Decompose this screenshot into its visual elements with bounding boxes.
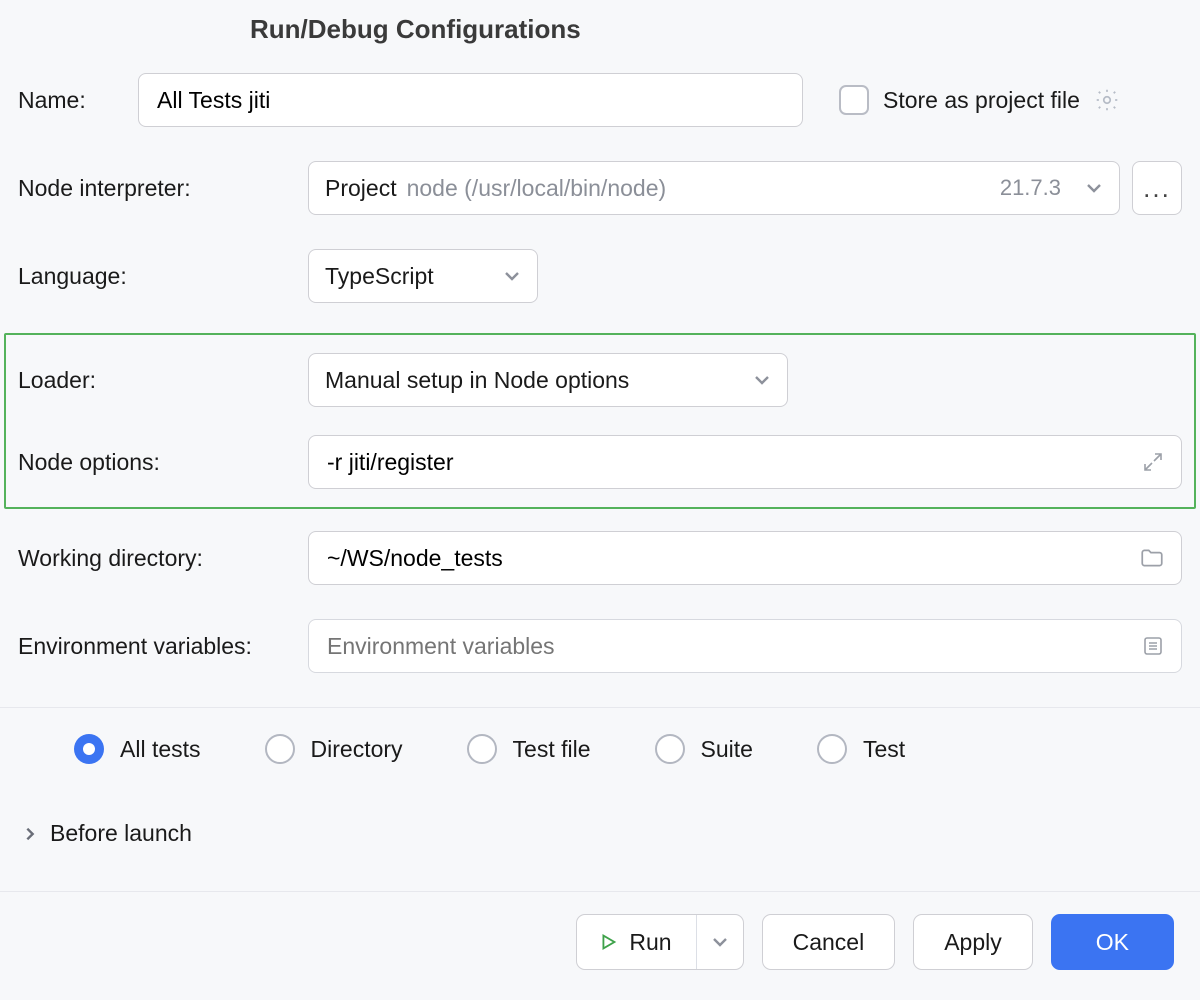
expand-icon[interactable] [1141, 450, 1165, 474]
folder-icon[interactable] [1139, 545, 1165, 571]
cancel-button[interactable]: Cancel [762, 914, 896, 970]
run-button-dropdown[interactable] [697, 915, 743, 969]
name-input-wrapper[interactable] [138, 73, 803, 127]
working-directory-input-wrapper[interactable] [308, 531, 1182, 585]
store-as-project-file-label: Store as project file [883, 87, 1080, 114]
name-input[interactable] [155, 86, 786, 115]
interpreter-prefix: Project [325, 175, 397, 202]
interpreter-browse-button[interactable]: ... [1132, 161, 1182, 215]
radio-button[interactable] [655, 734, 685, 764]
before-launch-section[interactable]: Before launch [18, 820, 1182, 847]
store-as-project-file-checkbox[interactable] [839, 85, 869, 115]
radio-label: Test [863, 736, 905, 763]
run-button[interactable]: Run [576, 914, 743, 970]
language-select[interactable]: TypeScript [308, 249, 538, 303]
ok-button[interactable]: OK [1051, 914, 1174, 970]
divider [0, 707, 1200, 708]
chevron-down-icon [753, 371, 771, 389]
highlighted-loader-section: Loader: Manual setup in Node options Nod… [4, 333, 1196, 509]
form-area: Name: Store as project file Node interpr… [0, 73, 1200, 891]
node-options-label: Node options: [18, 449, 308, 476]
chevron-down-icon [503, 267, 521, 285]
radio-label: Suite [701, 736, 753, 763]
radio-directory[interactable]: Directory [265, 734, 403, 764]
run-debug-config-dialog: Run/Debug Configurations Name: Store as … [0, 0, 1200, 1000]
radio-label: Test file [513, 736, 591, 763]
language-value: TypeScript [325, 263, 434, 290]
interpreter-path: node (/usr/local/bin/node) [407, 175, 667, 202]
working-directory-input[interactable] [325, 544, 1139, 573]
node-interpreter-select[interactable]: Project node (/usr/local/bin/node) 21.7.… [308, 161, 1120, 215]
radio-button[interactable] [74, 734, 104, 764]
loader-select[interactable]: Manual setup in Node options [308, 353, 788, 407]
working-directory-label: Working directory: [18, 545, 308, 572]
apply-button[interactable]: Apply [913, 914, 1033, 970]
gear-icon[interactable] [1094, 87, 1120, 113]
node-version: 21.7.3 [1000, 175, 1061, 201]
list-icon[interactable] [1141, 634, 1165, 658]
name-label: Name: [18, 87, 138, 114]
radio-button[interactable] [265, 734, 295, 764]
env-vars-label: Environment variables: [18, 633, 308, 660]
dialog-footer: Run Cancel Apply OK [0, 891, 1200, 1000]
env-vars-input[interactable] [325, 632, 1141, 661]
chevron-down-icon [1085, 179, 1103, 197]
radio-test-file[interactable]: Test file [467, 734, 591, 764]
radio-label: Directory [311, 736, 403, 763]
run-button-label: Run [629, 929, 671, 956]
language-label: Language: [18, 263, 308, 290]
test-scope-radio-group: All tests Directory Test file Suite Test [18, 734, 1182, 764]
env-vars-input-wrapper[interactable] [308, 619, 1182, 673]
radio-suite[interactable]: Suite [655, 734, 753, 764]
before-launch-label: Before launch [50, 820, 192, 847]
radio-test[interactable]: Test [817, 734, 905, 764]
run-button-main[interactable]: Run [577, 915, 696, 969]
radio-label: All tests [120, 736, 201, 763]
node-interpreter-label: Node interpreter: [18, 175, 308, 202]
node-options-input-wrapper[interactable] [308, 435, 1182, 489]
radio-all-tests[interactable]: All tests [74, 734, 201, 764]
radio-button[interactable] [817, 734, 847, 764]
node-options-input[interactable] [325, 448, 1141, 477]
chevron-down-icon [711, 933, 729, 951]
dialog-title: Run/Debug Configurations [0, 0, 1200, 73]
radio-button[interactable] [467, 734, 497, 764]
loader-label: Loader: [18, 367, 308, 394]
play-icon [597, 931, 619, 953]
loader-value: Manual setup in Node options [325, 367, 629, 394]
chevron-right-icon [22, 826, 38, 842]
